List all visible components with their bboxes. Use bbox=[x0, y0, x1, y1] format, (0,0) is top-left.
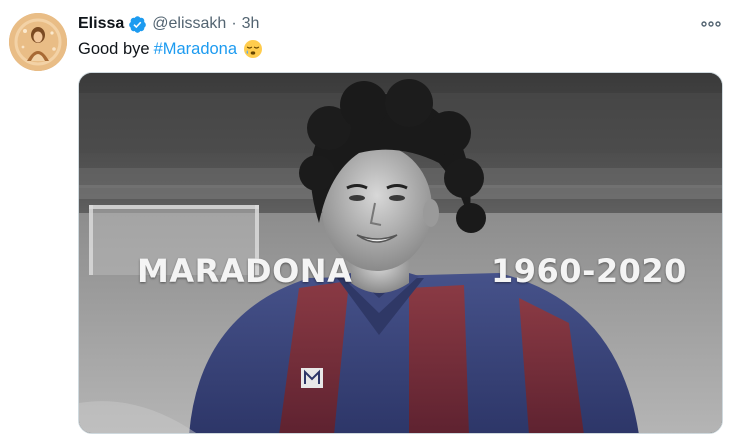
tweet-text: Good bye #Maradona bbox=[78, 37, 263, 61]
tweet-header: Elissa @elissakh · 3h bbox=[78, 12, 259, 36]
overlay-name-text: MARADONA bbox=[137, 252, 353, 290]
separator-dot: · bbox=[231, 15, 237, 32]
tweet-media-image[interactable]: MARADONA 1960-2020 bbox=[78, 72, 723, 434]
avatar-image bbox=[9, 13, 67, 71]
timestamp[interactable]: 3h bbox=[242, 15, 260, 33]
tweet-text-body: Good bye bbox=[78, 39, 150, 58]
overlay-years-text: 1960-2020 bbox=[491, 252, 687, 290]
more-options-icon[interactable] bbox=[700, 14, 722, 34]
tweet[interactable]: Elissa @elissakh · 3h Good bye #Maradona bbox=[0, 0, 741, 439]
verified-badge-icon bbox=[128, 15, 147, 34]
sleepy-face-emoji-icon bbox=[243, 39, 263, 59]
author-handle[interactable]: @elissakh bbox=[152, 15, 226, 33]
hashtag-link[interactable]: #Maradona bbox=[154, 40, 237, 59]
avatar[interactable] bbox=[9, 13, 67, 71]
author-name[interactable]: Elissa bbox=[78, 15, 124, 33]
